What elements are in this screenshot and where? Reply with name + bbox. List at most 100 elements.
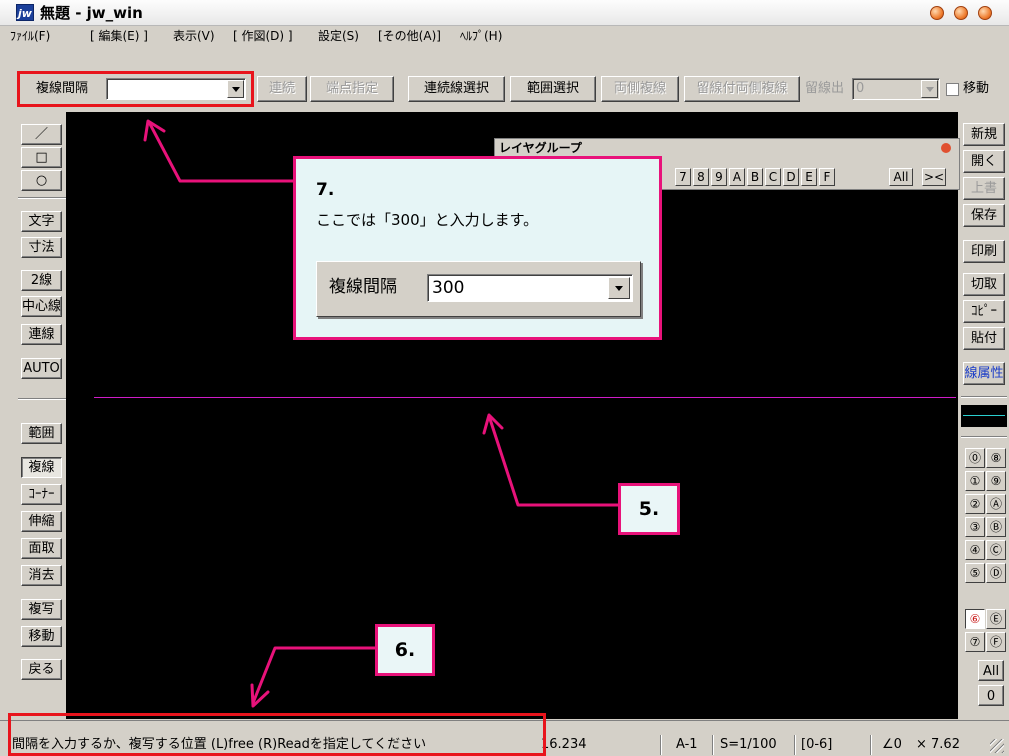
copy-button[interactable]: ｺﾋﾟｰ	[963, 300, 1005, 323]
tool-range[interactable]: 範囲	[21, 423, 62, 444]
status-layer-range[interactable]: [0-6]	[801, 736, 832, 754]
menu-other[interactable]: [その他(A)]	[378, 28, 441, 44]
tool-line[interactable]: ／	[21, 124, 62, 145]
save-button[interactable]: 保存	[963, 204, 1005, 227]
step-7-number: 7.	[316, 180, 335, 200]
right-separator	[961, 436, 1007, 438]
status-paper-size[interactable]: A-1	[676, 736, 698, 754]
layer-a-button[interactable]: Ⓐ	[986, 494, 1006, 514]
step-7-field-label: 複線間隔	[329, 277, 397, 297]
parallel-line-toolbar: 複線間隔 連続 端点指定 連続線選択 範囲選択 両側複線 留線付両側複線 留線出…	[0, 46, 1009, 110]
layer-group-toggle-button[interactable]: ><	[922, 168, 946, 186]
continuous-button[interactable]: 連続	[257, 76, 307, 102]
menu-settings[interactable]: 設定(S)	[318, 28, 359, 44]
layer-e-button[interactable]: Ⓔ	[986, 609, 1006, 629]
line-attribute-button[interactable]: 線属性	[963, 362, 1005, 385]
paste-button[interactable]: 貼付	[963, 327, 1005, 350]
layer-group-key[interactable]: 7	[675, 168, 691, 186]
tool-circle[interactable]: ○	[21, 170, 62, 191]
menu-help[interactable]: ﾍﾙﾌﾟ(H)	[460, 28, 502, 44]
tool-chamfer[interactable]: 面取	[21, 538, 62, 559]
endpoint-button[interactable]: 端点指定	[310, 76, 394, 102]
layer-5-button[interactable]: ⑤	[965, 563, 985, 583]
layer-group-key[interactable]: 9	[711, 168, 727, 186]
menu-draw[interactable]: [ 作図(D) ]	[233, 28, 293, 44]
menu-edit[interactable]: [ 編集(E) ]	[90, 28, 148, 44]
layer-d-button[interactable]: Ⓓ	[986, 563, 1006, 583]
resize-grip-icon[interactable]	[990, 739, 1004, 753]
menu-view[interactable]: 表示(V)	[173, 28, 215, 44]
layer-group-key[interactable]: E	[801, 168, 817, 186]
layer-f-button[interactable]: Ⓕ	[986, 632, 1006, 652]
print-button[interactable]: 印刷	[963, 240, 1005, 263]
cut-button[interactable]: 切取	[963, 273, 1005, 296]
continuous-line-select-button[interactable]: 連続線選択	[408, 76, 505, 102]
overwrite-button[interactable]: 上書	[963, 177, 1005, 200]
close-button[interactable]	[978, 6, 992, 20]
move-label: 移動	[963, 81, 990, 96]
step-7-callout: 7. ここでは「300」と入力します。 複線間隔 300	[293, 156, 662, 340]
tool-text[interactable]: 文字	[21, 211, 62, 232]
tool-rectangle[interactable]: □	[21, 147, 62, 168]
new-button[interactable]: 新規	[963, 123, 1005, 146]
title-bar: jw 無題 - jw_win	[0, 0, 1009, 26]
tool-move[interactable]: 移動	[21, 626, 62, 647]
layer-all-button[interactable]: All	[978, 660, 1004, 681]
layer-6-button[interactable]: ⑥	[965, 609, 985, 629]
status-scale[interactable]: S=1/100	[720, 736, 777, 754]
step-5-label: 5.	[618, 483, 680, 535]
tool-center-line[interactable]: 中心線	[21, 296, 62, 317]
tool-double-line[interactable]: 2線	[21, 270, 62, 291]
range-select-button[interactable]: 範囲選択	[510, 76, 596, 102]
layer-group-key[interactable]: D	[783, 168, 799, 186]
tool-copy[interactable]: 複写	[21, 599, 62, 620]
layer-c-button[interactable]: Ⓒ	[986, 540, 1006, 560]
layer-group-key[interactable]: 8	[693, 168, 709, 186]
layer-1-button[interactable]: ①	[965, 471, 985, 491]
line-style-preview[interactable]	[961, 405, 1007, 427]
layer-3-button[interactable]: ③	[965, 517, 985, 537]
open-button[interactable]: 開く	[963, 150, 1005, 173]
menu-file[interactable]: ﾌｧｲﾙ(F)	[10, 28, 50, 44]
layer-group-key[interactable]: F	[819, 168, 835, 186]
both-sides-offset-button[interactable]: 両側複線	[601, 76, 679, 102]
maximize-button[interactable]	[954, 6, 968, 20]
app-icon: jw	[16, 4, 34, 21]
status-zoom[interactable]: × 7.62	[916, 736, 960, 754]
layer-group-key[interactable]: C	[765, 168, 781, 186]
layer-8-button[interactable]: ⑧	[986, 448, 1006, 468]
stop-line-label: 留線出	[805, 81, 845, 96]
tool-connect-line[interactable]: 連線	[21, 324, 62, 345]
parallel-line-preview	[94, 397, 956, 398]
tool-dimension[interactable]: 寸法	[21, 237, 62, 258]
layer-4-button[interactable]: ④	[965, 540, 985, 560]
layer-zero-button[interactable]: 0	[978, 685, 1004, 706]
menu-bar: ﾌｧｲﾙ(F) [ 編集(E) ] 表示(V) [ 作図(D) ] 設定(S) …	[0, 26, 1009, 46]
minimize-button[interactable]	[930, 6, 944, 20]
tool-corner[interactable]: ｺｰﾅｰ	[21, 484, 62, 505]
right-separator	[961, 396, 1007, 398]
status-angle[interactable]: ∠0	[882, 736, 902, 754]
tool-extend[interactable]: 伸縮	[21, 511, 62, 532]
layer-7-button[interactable]: ⑦	[965, 632, 985, 652]
layer-9-button[interactable]: ⑨	[986, 471, 1006, 491]
layer-group-all-button[interactable]: All	[889, 168, 913, 186]
window-title: 無題 - jw_win	[40, 4, 143, 22]
stop-line-input[interactable]: 0	[852, 78, 940, 100]
step-6-label: 6.	[375, 624, 435, 676]
tool-auto[interactable]: AUTO	[21, 358, 62, 379]
tool-undo[interactable]: 戻る	[21, 659, 62, 680]
layer-0-button[interactable]: ⓪	[965, 448, 985, 468]
tool-erase[interactable]: 消去	[21, 565, 62, 586]
both-sides-with-stop-button[interactable]: 留線付両側複線	[684, 76, 800, 102]
layer-b-button[interactable]: Ⓑ	[986, 517, 1006, 537]
layer-2-button[interactable]: ②	[965, 494, 985, 514]
layer-group-key[interactable]: A	[729, 168, 745, 186]
layer-group-key[interactable]: B	[747, 168, 763, 186]
move-checkbox[interactable]	[946, 83, 959, 96]
left-separator	[18, 197, 66, 199]
layer-group-close-icon[interactable]	[941, 143, 951, 153]
layer-group-title: レイヤグループ	[499, 141, 582, 155]
tool-parallel-line[interactable]: 複線	[21, 457, 62, 478]
stop-line-dropdown-arrow[interactable]	[921, 80, 938, 98]
